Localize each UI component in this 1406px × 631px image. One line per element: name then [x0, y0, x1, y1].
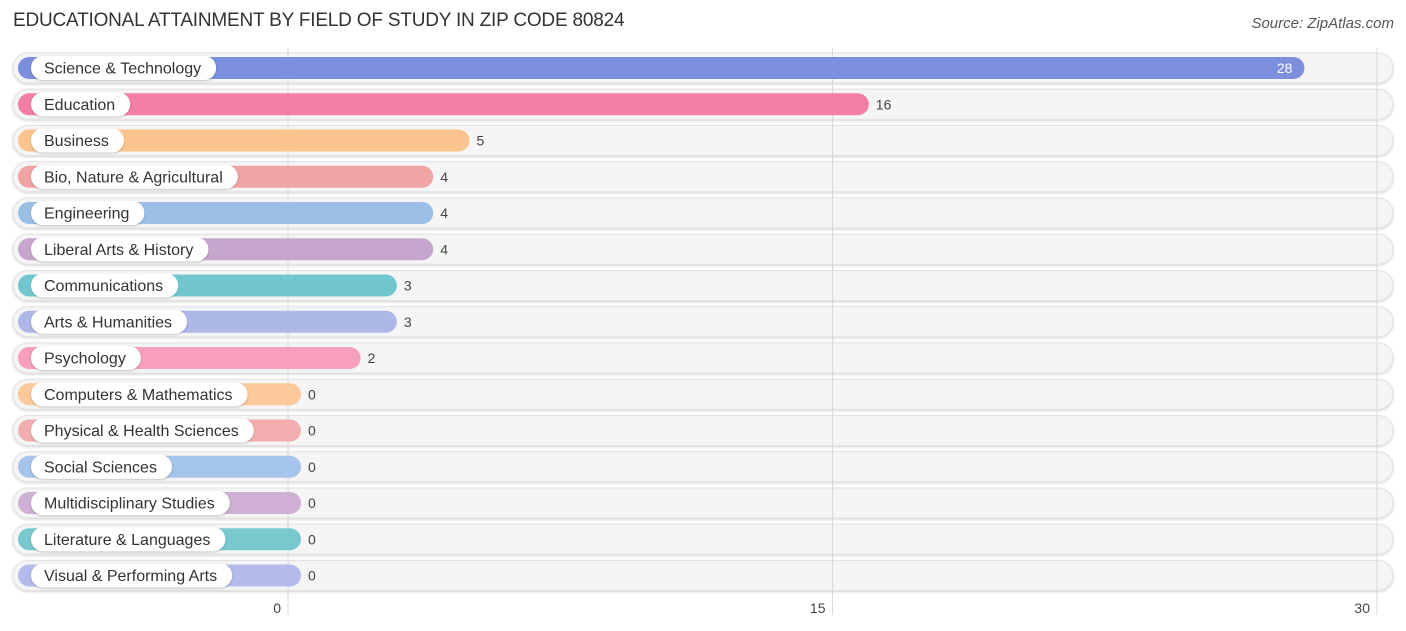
value-label: 0	[308, 531, 316, 547]
value-label: 28	[1277, 60, 1293, 76]
bar-row: Psychology 2	[18, 346, 376, 370]
bar-row: Science & Technology 28	[18, 56, 1305, 80]
bar-row: Visual & Performing Arts 0	[18, 563, 316, 588]
category-label: Education	[44, 97, 115, 114]
category-label: Science & Technology	[44, 61, 201, 78]
value-label: 0	[308, 423, 316, 439]
bar-row: Business 5	[18, 128, 485, 153]
category-label: Literature & Languages	[44, 532, 210, 549]
bar-row: Social Sciences 0	[18, 454, 316, 479]
value-label: 5	[477, 133, 485, 149]
category-label: Physical & Health Sciences	[44, 423, 239, 440]
value-label: 4	[440, 241, 448, 257]
x-tick-label: 30	[1354, 600, 1370, 616]
x-axis-ticks: 0 15 30	[273, 600, 1370, 616]
bar-row: Literature & Languages 0	[18, 527, 316, 552]
category-label: Social Sciences	[44, 459, 157, 476]
bar-row: Education 16	[18, 92, 892, 117]
value-label: 3	[404, 278, 412, 294]
bar-row: Engineering 4	[18, 201, 448, 225]
bar-row: Bio, Nature & Agricultural 4	[18, 164, 448, 189]
category-label: Computers & Mathematics	[44, 387, 233, 404]
bar-row: Computers & Mathematics 0	[18, 382, 316, 407]
bar-row: Arts & Humanities 3	[18, 309, 412, 334]
value-label: 0	[308, 568, 316, 584]
category-label: Multidisciplinary Studies	[44, 496, 215, 513]
bar-row: Multidisciplinary Studies 0	[18, 491, 316, 515]
value-label: 4	[440, 205, 448, 221]
value-label: 3	[404, 314, 412, 330]
category-label: Communications	[44, 278, 163, 295]
bar	[18, 93, 869, 116]
value-label: 16	[876, 96, 892, 112]
category-label: Psychology	[44, 351, 126, 368]
x-tick-label: 0	[273, 600, 281, 616]
value-label: 0	[308, 386, 316, 402]
value-label: 0	[308, 495, 316, 511]
value-label: 4	[440, 169, 448, 185]
category-label: Business	[44, 133, 109, 150]
category-label: Bio, Nature & Agricultural	[44, 169, 223, 186]
category-label: Arts & Humanities	[44, 314, 172, 331]
bar-row: Communications 3	[18, 273, 412, 298]
category-label: Engineering	[44, 206, 129, 223]
category-label: Visual & Performing Arts	[44, 568, 217, 585]
value-label: 0	[308, 459, 316, 475]
bar-row: Liberal Arts & History 4	[18, 237, 448, 262]
category-label: Liberal Arts & History	[44, 242, 193, 259]
x-tick-label: 15	[810, 600, 826, 616]
value-label: 2	[368, 350, 376, 366]
bar-row: Physical & Health Sciences 0	[18, 418, 316, 443]
bar-chart: Science & Technology 28 Education 16 Busines…	[12, 48, 1394, 616]
